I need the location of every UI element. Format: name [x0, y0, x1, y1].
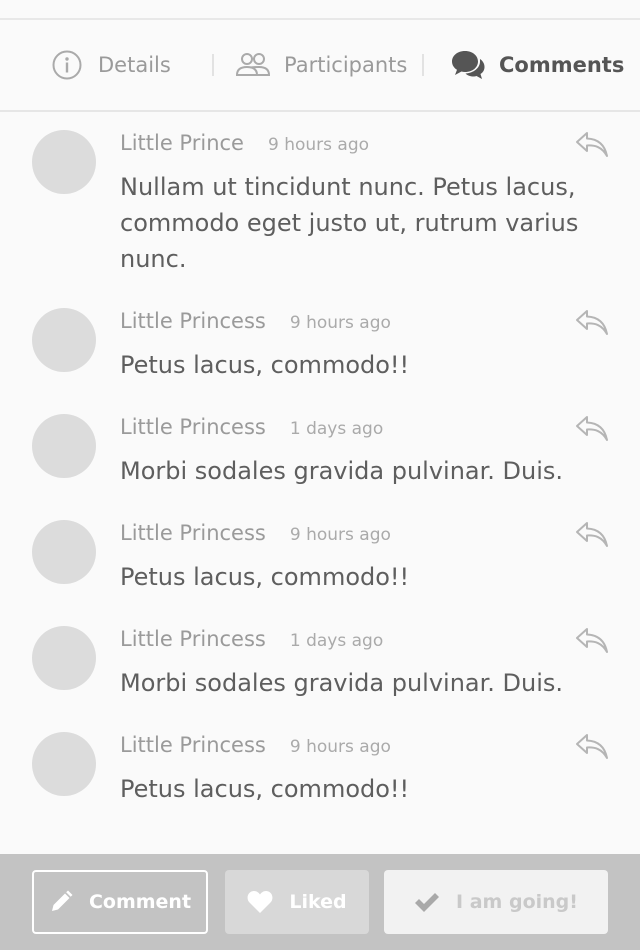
people-icon: [236, 52, 270, 78]
tab-divider: [422, 54, 424, 76]
tab-divider: [212, 54, 214, 76]
tab-participants[interactable]: Participants: [236, 20, 407, 110]
comment-meta: Little Princess 9 hours ago: [120, 309, 391, 333]
comment-author[interactable]: Little Princess: [120, 415, 266, 439]
avatar[interactable]: [32, 130, 96, 194]
comment-meta: Little Princess 1 days ago: [120, 627, 383, 651]
reply-icon[interactable]: [575, 415, 609, 443]
comment-time: 1 days ago: [289, 631, 384, 651]
comment-text: Nullam ut tincidunt nunc. Petus lacus, c…: [120, 173, 579, 273]
tab-participants-label: Participants: [284, 53, 408, 77]
tab-bar: Details Participants Comments: [0, 20, 640, 112]
reply-icon[interactable]: [575, 521, 609, 549]
comment-author[interactable]: Little Princess: [120, 627, 266, 651]
comment-meta: Little Princess 9 hours ago: [120, 521, 391, 545]
pencil-icon: [49, 890, 73, 914]
avatar[interactable]: [32, 414, 96, 478]
comment-author[interactable]: Little Princess: [120, 733, 266, 757]
comment-text: Petus lacus, commodo!!: [120, 775, 410, 803]
comment-text: Petus lacus, commodo!!: [120, 563, 410, 591]
comment-button-label: Comment: [88, 891, 192, 913]
checkmark-icon: [414, 891, 440, 913]
comment-time: 9 hours ago: [289, 525, 391, 545]
tab-details-label: Details: [98, 53, 171, 77]
reply-icon[interactable]: [575, 733, 609, 761]
liked-button-label: Liked: [289, 891, 347, 913]
reply-icon[interactable]: [575, 309, 609, 337]
tab-comments[interactable]: Comments: [451, 20, 624, 110]
comment-time: 9 hours ago: [289, 737, 391, 757]
top-bar: [0, 0, 640, 20]
comment-text: Petus lacus, commodo!!: [120, 351, 410, 379]
comment-meta: Little Princess 9 hours ago: [120, 733, 391, 757]
comment-time: 9 hours ago: [289, 313, 391, 333]
avatar[interactable]: [32, 626, 96, 690]
info-icon: [52, 50, 82, 80]
comment-author[interactable]: Little Princess: [120, 521, 266, 545]
going-button[interactable]: I am going!: [384, 870, 608, 934]
comment-meta: Little Prince 9 hours ago: [120, 131, 369, 155]
reply-icon[interactable]: [575, 131, 609, 159]
heart-icon: [247, 890, 273, 914]
action-bar: Comment Liked I am going!: [0, 854, 640, 950]
avatar[interactable]: [32, 520, 96, 584]
comment-meta: Little Princess 1 days ago: [120, 415, 383, 439]
comment-text: Morbi sodales gravida pulvinar. Duis.: [120, 457, 564, 485]
comment-text: Morbi sodales gravida pulvinar. Duis.: [120, 669, 564, 697]
comment-time: 1 days ago: [289, 419, 384, 439]
tab-comments-label: Comments: [499, 53, 625, 77]
comment-time: 9 hours ago: [267, 135, 370, 155]
comment-author[interactable]: Little Prince: [120, 131, 244, 155]
avatar[interactable]: [32, 732, 96, 796]
reply-icon[interactable]: [575, 627, 609, 655]
tab-details[interactable]: Details: [52, 20, 171, 110]
comment-author[interactable]: Little Princess: [120, 309, 266, 333]
comments-icon: [451, 49, 485, 81]
going-button-label: I am going!: [456, 891, 578, 913]
avatar[interactable]: [32, 308, 96, 372]
liked-button[interactable]: Liked: [225, 870, 369, 934]
comment-button[interactable]: Comment: [32, 870, 208, 934]
